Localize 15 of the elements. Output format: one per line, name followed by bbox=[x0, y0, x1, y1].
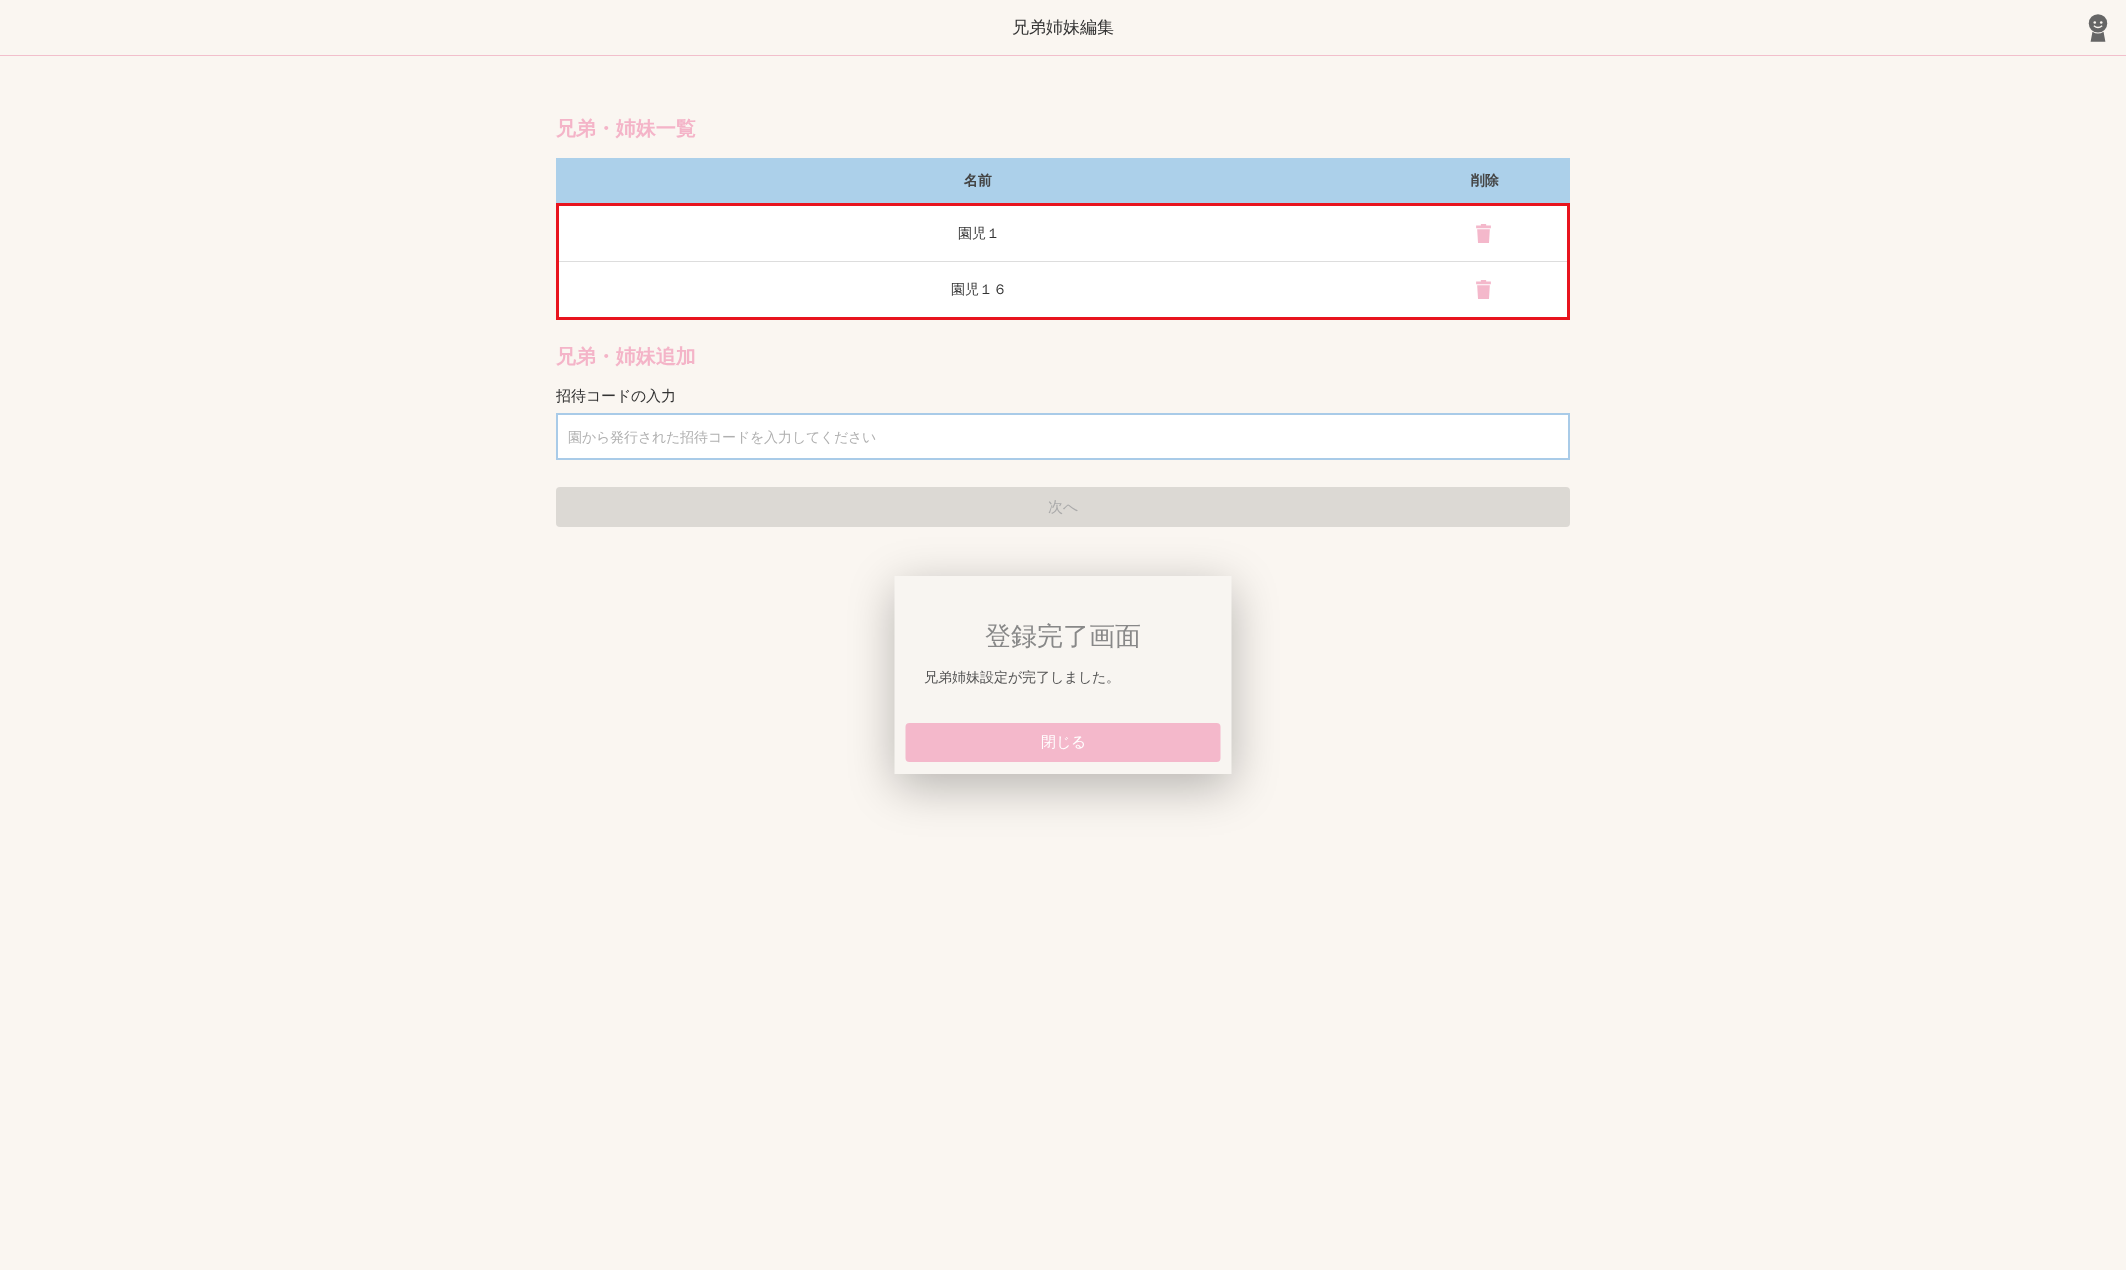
field-label: 招待コードの入力 bbox=[556, 386, 677, 406]
column-header: 削除 bbox=[1469, 171, 1500, 190]
dialog-title: 登録完了画面 bbox=[984, 620, 1142, 652]
page-title: 兄弟姉妹編集 bbox=[1012, 16, 1114, 39]
avatar-icon[interactable] bbox=[2086, 13, 2110, 42]
invite-code-input[interactable]: 園から発行された招待コードを入力してください bbox=[556, 413, 1570, 460]
trash-icon[interactable] bbox=[1475, 224, 1491, 243]
section-title: 兄弟・姉妹一覧 bbox=[556, 115, 697, 142]
trash-icon[interactable] bbox=[1475, 280, 1491, 299]
sibling-name: 園児１６ bbox=[950, 280, 1008, 299]
close-button[interactable]: 閉じる bbox=[905, 723, 1221, 762]
dialog-message: 兄弟姉妹設定が完了しました。 bbox=[922, 668, 1121, 687]
sibling-name: 園児１ bbox=[957, 224, 1001, 243]
column-header: 名前 bbox=[962, 171, 993, 190]
section-title: 兄弟・姉妹追加 bbox=[556, 343, 697, 370]
